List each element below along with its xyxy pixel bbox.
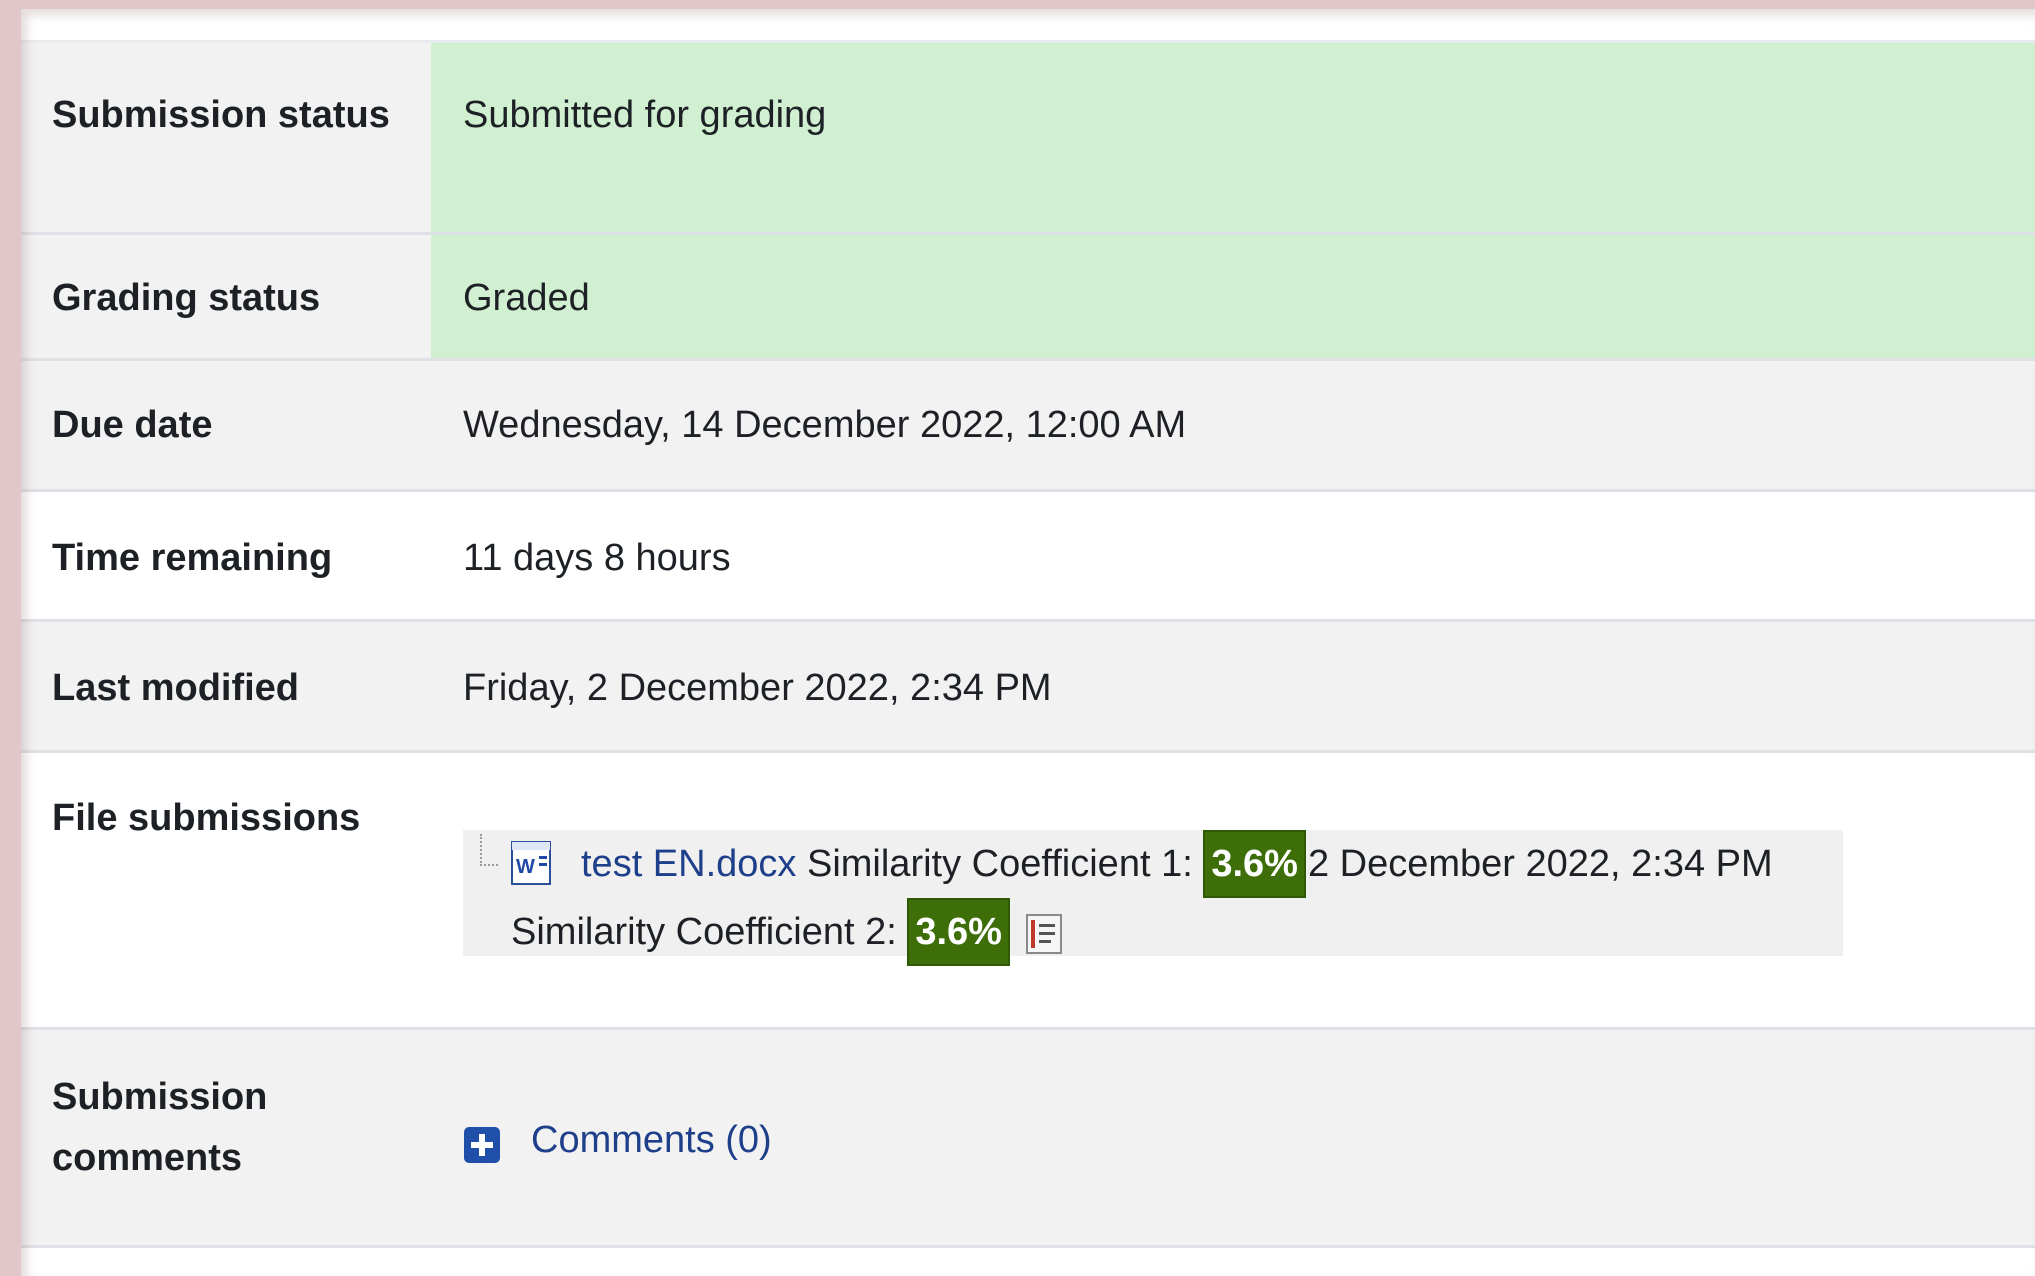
svg-text:W: W: [516, 856, 535, 878]
submission-comments-value: Comments (0): [431, 1028, 2035, 1248]
file-tree: W test EN.docx Similarity Coefficient 1:…: [463, 830, 1843, 966]
word-document-icon: W: [511, 840, 551, 885]
submission-comments-label: Submission comments: [21, 1028, 431, 1248]
file-entry-line-1: W test EN.docx Similarity Coefficient 1:…: [511, 830, 1843, 898]
tree-connector: [480, 834, 498, 866]
submission-status-label: Submission status: [21, 40, 431, 235]
due-date-value: Wednesday, 14 December 2022, 12:00 AM: [431, 359, 2035, 492]
file-entry-line-2: Similarity Coefficient 2: 3.6%: [511, 898, 1843, 966]
file-date: 2 December 2022, 2:34 PM: [1307, 843, 1773, 885]
submission-comments-row: Submission comments Comments (0): [21, 1028, 2035, 1248]
time-remaining-row: Time remaining 11 days 8 hours: [21, 490, 2035, 622]
report-icon[interactable]: [1025, 912, 1062, 954]
last-modified-value: Friday, 2 December 2022, 2:34 PM: [431, 620, 2035, 753]
time-remaining-label: Time remaining: [21, 490, 431, 622]
file-submissions-label: File submissions: [21, 751, 431, 1030]
last-modified-label: Last modified: [21, 620, 431, 753]
time-remaining-value: 11 days 8 hours: [431, 490, 2035, 622]
similarity-2-badge[interactable]: 3.6%: [907, 898, 1010, 966]
submission-status-value: Submitted for grading: [431, 40, 2035, 235]
similarity-1-badge[interactable]: 3.6%: [1203, 830, 1306, 898]
due-date-label: Due date: [21, 359, 431, 492]
grading-status-label: Grading status: [21, 233, 431, 361]
comments-link[interactable]: Comments (0): [531, 1110, 772, 1171]
file-submissions-value: W test EN.docx Similarity Coefficient 1:…: [431, 751, 2035, 1030]
due-date-row: Due date Wednesday, 14 December 2022, 12…: [21, 359, 2035, 492]
submission-status-row: Submission status Submitted for grading: [21, 40, 2035, 235]
similarity-1-label: Similarity Coefficient 1:: [806, 843, 1193, 885]
grading-status-value: Graded: [431, 233, 2035, 361]
file-link[interactable]: test EN.docx: [581, 843, 796, 885]
similarity-2-label: Similarity Coefficient 2:: [511, 911, 897, 953]
plus-square-icon: [463, 1122, 501, 1163]
comments-toggle[interactable]: Comments (0): [463, 1110, 772, 1171]
submission-status-table: Submission status Submitted for grading …: [21, 40, 2035, 1248]
grading-status-row: Grading status Graded: [21, 233, 2035, 361]
last-modified-row: Last modified Friday, 2 December 2022, 2…: [21, 620, 2035, 753]
file-submissions-row: File submissions W test EN.docx Similari…: [21, 751, 2035, 1030]
